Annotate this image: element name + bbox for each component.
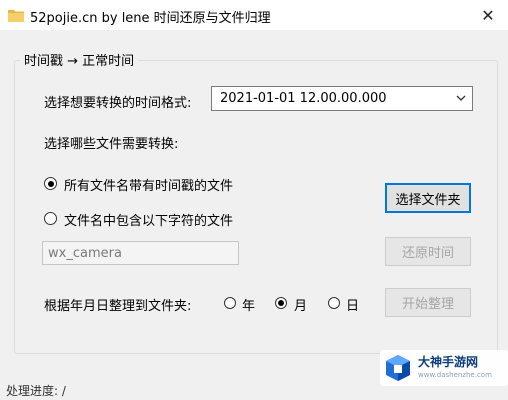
time-format-select[interactable]: 2021-01-01 12.00.00.000 [211,86,473,111]
chevron-down-icon [456,95,466,101]
radio-month[interactable] [275,297,287,309]
radio-all-files-label[interactable]: 所有文件名带有时间戳的文件 [64,175,233,194]
filter-text-input[interactable]: wx_camera [42,241,239,265]
watermark-url: www.dashenzhe.com [418,371,492,379]
group-title: 时间戳 → 正常时间 [20,50,139,69]
radio-contains-text-label[interactable]: 文件名中包含以下字符的文件 [64,210,233,229]
title-bar: 52pojie.cn by lene 时间还原与文件归理 ✕ [0,0,508,30]
radio-day-label[interactable]: 日 [346,295,359,314]
organize-label: 根据年月日整理到文件夹: [44,299,192,314]
time-format-value: 2021-01-01 12.00.00.000 [220,91,387,106]
watermark-name: 大神手游网 [418,355,479,369]
close-button[interactable]: ✕ [468,0,508,30]
radio-contains-text[interactable] [44,212,57,225]
files-label: 选择哪些文件需要转换: [44,137,179,152]
close-icon: ✕ [481,5,495,25]
radio-year-label[interactable]: 年 [242,295,255,314]
radio-all-files[interactable] [44,177,57,190]
restore-time-button[interactable]: 还原时间 [385,237,471,266]
format-label: 选择想要转换的时间格式: [44,96,192,111]
folder-icon [8,10,24,22]
progress-status: 处理进度: / [6,384,66,398]
cube-logo-icon [386,355,410,381]
organize-button[interactable]: 开始整理 [385,288,471,317]
site-watermark: 大神手游网 www.dashenzhe.com [380,350,508,386]
window-title: 52pojie.cn by lene 时间还原与文件归理 [30,11,271,26]
radio-month-label[interactable]: 月 [294,295,307,314]
filter-text-value: wx_camera [48,246,122,261]
radio-year[interactable] [224,297,236,309]
radio-day[interactable] [328,297,340,309]
select-folder-button[interactable]: 选择文件夹 [385,183,471,213]
